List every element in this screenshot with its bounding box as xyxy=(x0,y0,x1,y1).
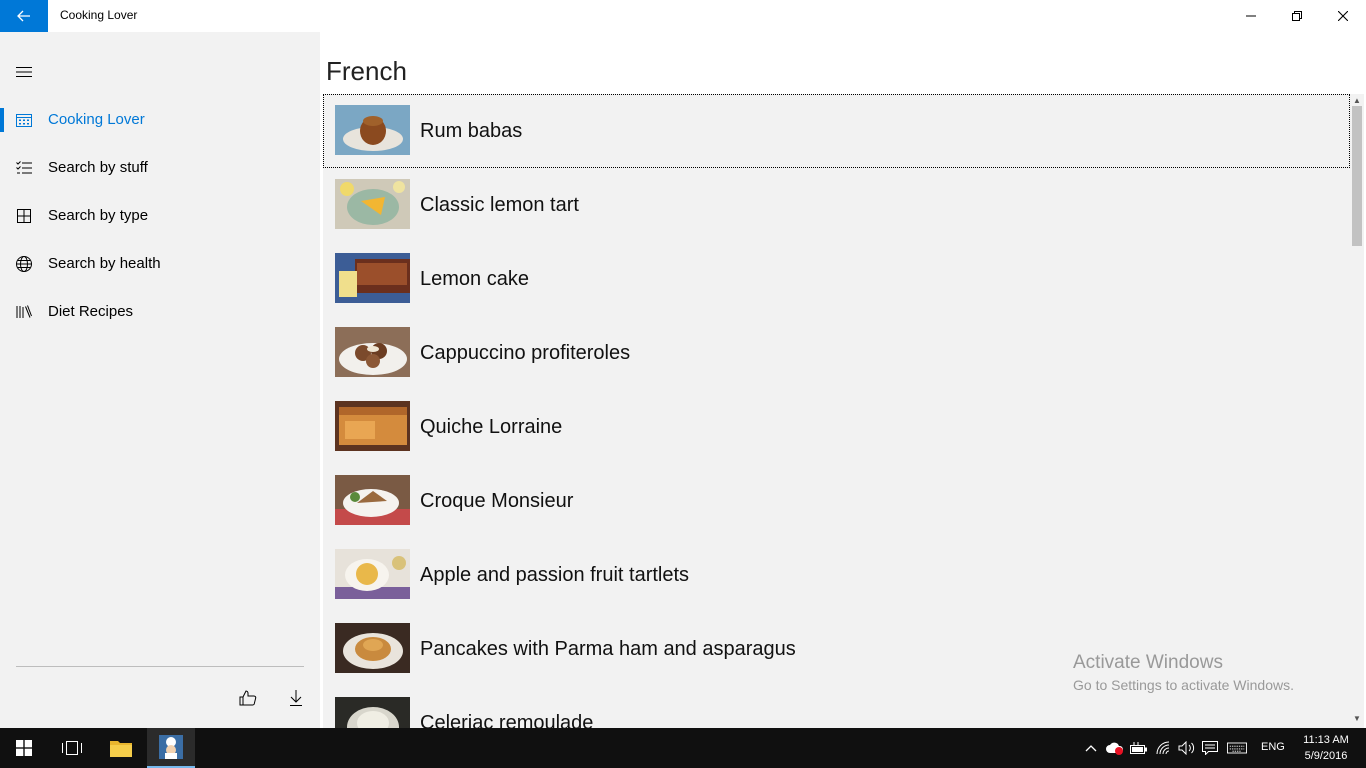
recipe-list-scrollbar[interactable]: ▲ ▼ xyxy=(1350,94,1364,728)
recipe-title: Classic lemon tart xyxy=(420,194,579,216)
watermark-title: Activate Windows xyxy=(1073,652,1223,673)
scrollbar-thumb[interactable] xyxy=(1352,106,1362,246)
clock-time: 11:13 AM xyxy=(1303,734,1349,746)
battery-tray-button[interactable] xyxy=(1129,738,1149,758)
speaker-icon xyxy=(1178,741,1195,755)
watermark-subtitle: Go to Settings to activate Windows. xyxy=(1073,677,1294,693)
keyboard-icon xyxy=(1227,742,1247,754)
minimize-button[interactable] xyxy=(1228,0,1274,32)
recipe-item[interactable]: Quiche Lorraine xyxy=(323,390,1350,464)
start-button[interactable] xyxy=(0,728,48,768)
battery-icon xyxy=(1130,742,1147,754)
grid-icon xyxy=(14,206,34,226)
sidebar-item-label: Cooking Lover xyxy=(48,111,145,128)
cooking-lover-taskbar-button[interactable] xyxy=(147,728,195,768)
sidebar-divider xyxy=(16,666,304,667)
recipe-item[interactable]: Lemon cake xyxy=(323,242,1350,316)
taskbar: ENG 11:13 AM 5/9/2016 xyxy=(0,728,1366,768)
cloud-error-icon xyxy=(1106,742,1124,755)
windows-logo-icon xyxy=(16,740,32,756)
main-content: French Rum babas Classic lemon tart Lemo… xyxy=(320,32,1366,728)
sidebar-item-label: Search by health xyxy=(48,255,161,272)
minimize-icon xyxy=(1246,15,1256,17)
chevron-up-icon xyxy=(1085,745,1097,752)
file-explorer-button[interactable] xyxy=(97,728,145,768)
sidebar-item-label: Diet Recipes xyxy=(48,303,134,320)
notification-icon xyxy=(1202,741,1218,755)
checklist-icon xyxy=(14,158,34,178)
volume-tray-button[interactable] xyxy=(1177,738,1197,758)
recipe-thumbnail xyxy=(335,179,410,229)
recipe-item[interactable]: Croque Monsieur xyxy=(323,464,1350,538)
download-button[interactable] xyxy=(276,682,316,714)
sidebar-item-label: Search by type xyxy=(48,207,149,224)
library-icon xyxy=(14,302,34,322)
recipe-title: Pancakes with Parma ham and asparagus xyxy=(420,638,796,660)
clock-date: 5/9/2016 xyxy=(1304,750,1348,762)
restore-button[interactable] xyxy=(1274,0,1320,32)
recipe-thumbnail xyxy=(335,253,410,303)
sidebar-item-cooking-lover[interactable]: Cooking Lover xyxy=(0,96,320,144)
calendar-icon xyxy=(14,110,34,130)
back-arrow-icon xyxy=(17,10,30,22)
recipe-title: Croque Monsieur xyxy=(420,490,574,512)
recipe-title: Rum babas xyxy=(420,120,523,142)
scroll-up-icon[interactable]: ▲ xyxy=(1353,96,1361,105)
recipe-thumbnail xyxy=(335,697,410,728)
sidebar-item-search-by-health[interactable]: Search by health xyxy=(0,240,320,288)
hamburger-menu-button[interactable] xyxy=(0,52,48,92)
taskbar-clock[interactable]: 11:13 AM 5/9/2016 xyxy=(1296,732,1356,764)
show-hidden-icons-button[interactable] xyxy=(1081,738,1101,758)
task-view-button[interactable] xyxy=(48,728,96,768)
window-title: Cooking Lover xyxy=(60,8,138,22)
recipe-item[interactable]: Apple and passion fruit tartlets xyxy=(323,538,1350,612)
back-button[interactable] xyxy=(0,0,48,32)
close-button[interactable] xyxy=(1320,0,1366,32)
onedrive-tray-button[interactable] xyxy=(1105,738,1125,758)
selection-indicator xyxy=(0,108,4,132)
folder-icon xyxy=(110,741,132,757)
globe-icon xyxy=(14,254,34,274)
sidebar-item-diet-recipes[interactable]: Diet Recipes xyxy=(0,288,320,336)
recipe-item[interactable]: Classic lemon tart xyxy=(323,168,1350,242)
title-bar: Cooking Lover xyxy=(0,0,1366,32)
action-center-button[interactable] xyxy=(1200,738,1220,758)
recipe-title: Celeriac remoulade xyxy=(420,712,594,728)
restore-icon xyxy=(1292,11,1302,21)
download-icon xyxy=(290,690,302,706)
scroll-down-icon[interactable]: ▼ xyxy=(1353,714,1361,723)
chef-app-icon xyxy=(159,735,183,759)
recipe-thumbnail xyxy=(335,623,410,673)
recipe-thumbnail xyxy=(335,401,410,451)
sidebar-item-label: Search by stuff xyxy=(48,159,148,176)
recipe-title: Apple and passion fruit tartlets xyxy=(420,564,690,586)
recipe-thumbnail xyxy=(335,327,410,377)
task-view-icon xyxy=(62,741,82,755)
network-tray-button[interactable] xyxy=(1154,738,1174,758)
recipe-thumbnail xyxy=(335,475,410,525)
recipe-title: Cappuccino profiteroles xyxy=(420,342,631,364)
close-icon xyxy=(1338,11,1348,21)
navigation-pane: Cooking Lover Search by stuff Search by … xyxy=(0,32,320,728)
sidebar-item-search-by-type[interactable]: Search by type xyxy=(0,192,320,240)
sidebar-item-search-by-stuff[interactable]: Search by stuff xyxy=(0,144,320,192)
recipe-title: Quiche Lorraine xyxy=(420,416,563,438)
like-button[interactable] xyxy=(228,682,268,714)
touch-keyboard-button[interactable] xyxy=(1227,738,1247,758)
page-title: French xyxy=(326,56,407,86)
hamburger-icon xyxy=(16,67,32,77)
recipe-title: Lemon cake xyxy=(420,268,529,290)
wifi-icon xyxy=(1156,741,1170,755)
recipe-thumbnail xyxy=(335,105,410,155)
recipe-item[interactable]: Rum babas xyxy=(323,94,1350,168)
activation-watermark: Activate Windows Go to Settings to activ… xyxy=(1073,652,1294,693)
recipe-thumbnail xyxy=(335,549,410,599)
recipe-item[interactable]: Cappuccino profiteroles xyxy=(323,316,1350,390)
input-language-indicator[interactable]: ENG xyxy=(1261,741,1285,753)
thumbs-up-icon xyxy=(239,690,257,706)
recipe-list: Rum babas Classic lemon tart Lemon cake … xyxy=(323,94,1350,728)
